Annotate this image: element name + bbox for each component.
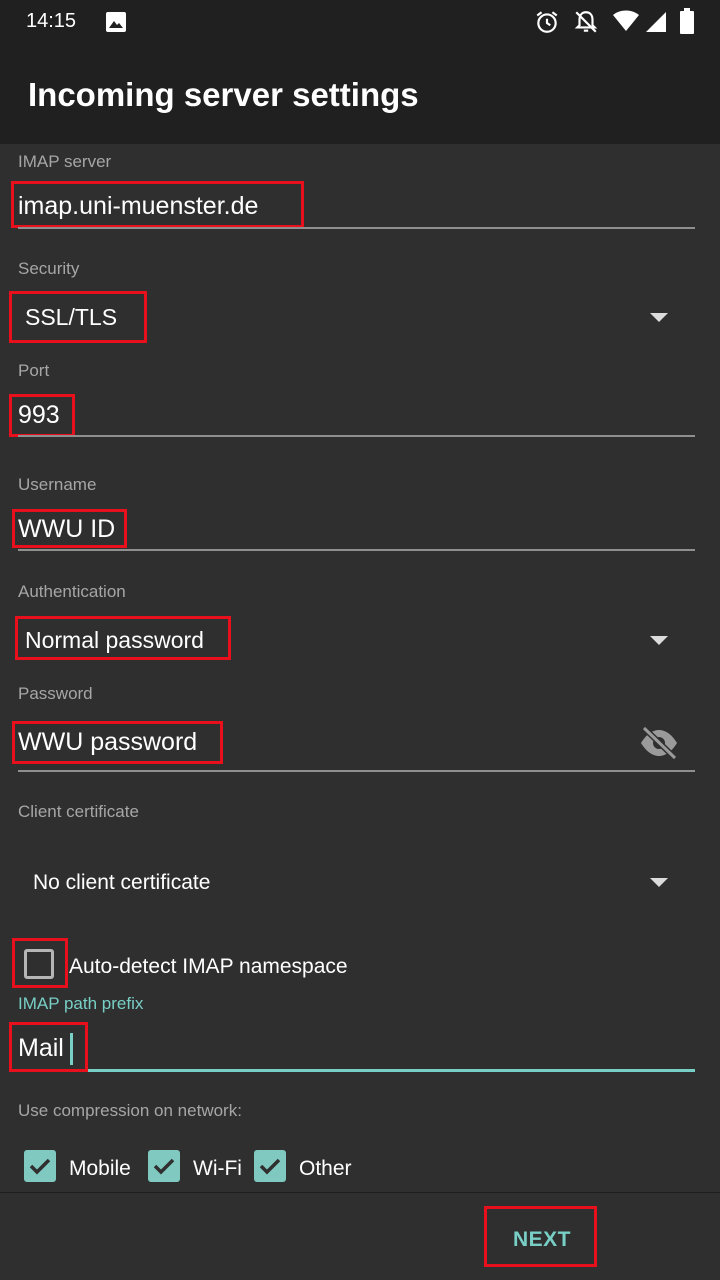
wifi-checkbox[interactable] — [148, 1150, 180, 1182]
footer-divider — [0, 1192, 720, 1193]
imap-server-highlight — [11, 181, 304, 228]
client-certificate-select[interactable]: No client certificate — [33, 871, 210, 895]
username-label: Username — [18, 475, 97, 494]
password-label: Password — [18, 684, 93, 703]
next-button[interactable]: NEXT — [513, 1228, 571, 1252]
port-underline — [18, 435, 695, 437]
signal-icon — [646, 12, 666, 32]
image-icon — [106, 12, 126, 32]
alarm-icon — [536, 11, 558, 33]
username-highlight — [12, 509, 127, 548]
check-icon — [29, 1158, 51, 1175]
path-prefix-label: IMAP path prefix — [18, 994, 144, 1013]
wifi-icon — [613, 10, 639, 31]
password-highlight — [12, 721, 223, 764]
visibility-off-icon[interactable] — [638, 725, 680, 761]
imap-server-underline — [18, 227, 695, 229]
other-checkbox[interactable] — [254, 1150, 286, 1182]
security-label: Security — [18, 259, 80, 278]
other-label[interactable]: Other — [299, 1157, 352, 1181]
auto-detect-label[interactable]: Auto-detect IMAP namespace — [69, 955, 348, 979]
port-highlight — [9, 394, 75, 437]
mobile-label[interactable]: Mobile — [69, 1157, 131, 1181]
wifi-label[interactable]: Wi-Fi — [193, 1157, 242, 1181]
compression-label: Use compression on network: — [18, 1101, 242, 1120]
check-icon — [153, 1158, 175, 1175]
battery-icon — [680, 8, 694, 34]
username-underline — [18, 549, 695, 551]
check-icon — [259, 1158, 281, 1175]
password-underline — [18, 770, 695, 772]
security-highlight — [9, 291, 147, 343]
page-title: Incoming server settings — [28, 76, 419, 113]
imap-server-label: IMAP server — [18, 152, 112, 171]
dropdown-arrow-icon[interactable] — [650, 313, 668, 322]
notifications-off-icon — [574, 11, 598, 33]
dropdown-arrow-icon[interactable] — [650, 636, 668, 645]
mobile-checkbox[interactable] — [24, 1150, 56, 1182]
client-certificate-label: Client certificate — [18, 802, 139, 821]
path-prefix-highlight — [9, 1022, 88, 1072]
authentication-highlight — [15, 616, 231, 660]
auto-detect-checkbox[interactable] — [24, 949, 54, 979]
status-time: 14:15 — [26, 10, 77, 32]
dropdown-arrow-icon[interactable] — [650, 878, 668, 887]
path-prefix-underline — [88, 1069, 695, 1072]
port-label: Port — [18, 361, 50, 380]
authentication-label: Authentication — [18, 582, 126, 601]
